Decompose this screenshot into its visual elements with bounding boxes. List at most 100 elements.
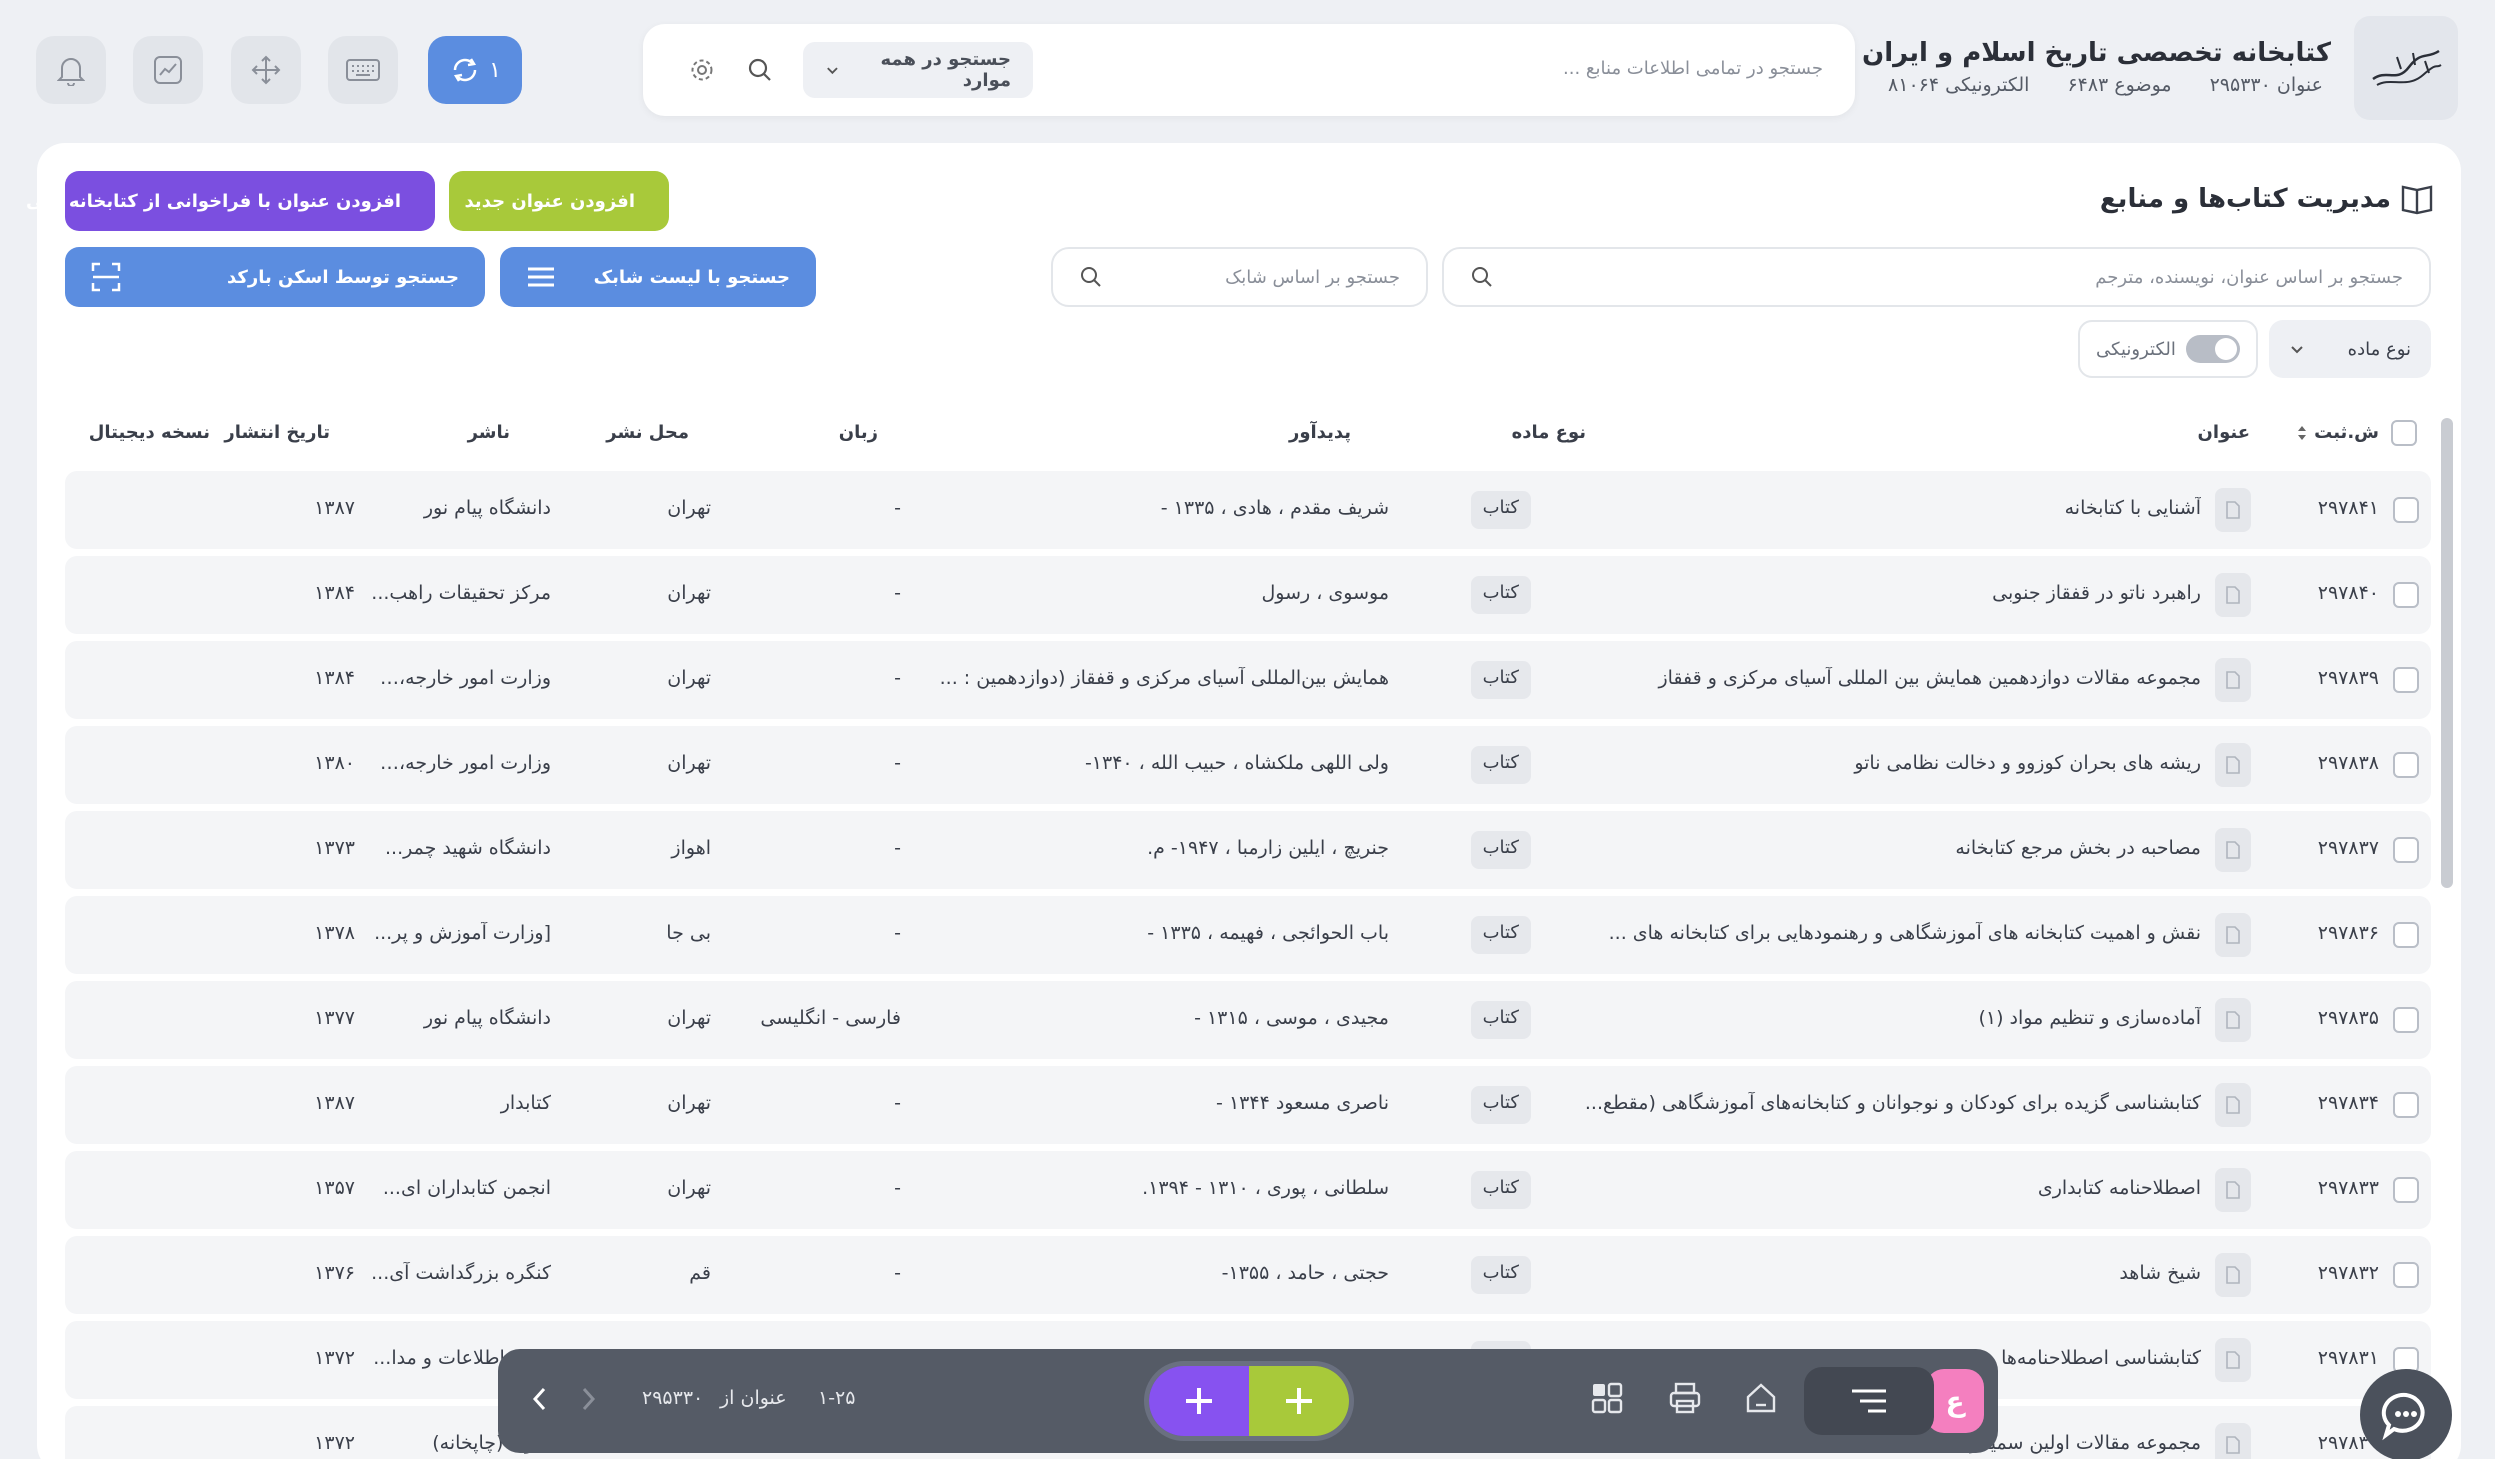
row-type-badge: کتاب: [1470, 1086, 1531, 1124]
table-row[interactable]: ۲۹۷۸۳۷ مصاحبه در بخش مرجع کتابخانه کتاب جنر…: [65, 811, 2431, 889]
row-checkbox[interactable]: [2393, 497, 2419, 523]
quick-add-toggle[interactable]: [1144, 1361, 1354, 1441]
document-icon[interactable]: [2215, 998, 2251, 1042]
table-row[interactable]: ۲۹۷۸۳۸ ریشه های بحران کوزوو و دخالت نظامی…: [65, 726, 2431, 804]
row-place: اهواز: [671, 837, 711, 859]
chat-support-button[interactable]: [2360, 1369, 2452, 1459]
chevron-right-icon: [582, 1387, 596, 1411]
table-row[interactable]: ۲۹۷۸۳۴ کتابشناسی گزیده برای کودکان و نوجو…: [65, 1066, 2431, 1144]
row-title[interactable]: مجموعه مقالات دوازدهمین همایش بین المللی…: [1571, 667, 2201, 689]
material-type-filter-label: نوع ماده: [2347, 338, 2411, 360]
row-title[interactable]: آماده‌سازی و تنظیم مواد (۱): [1571, 1007, 2201, 1029]
title-author-search-input[interactable]: جستجو بر اساس عنوان، نویسنده، مترجم: [1442, 247, 2431, 307]
document-icon[interactable]: [2215, 1338, 2251, 1382]
document-icon[interactable]: [2215, 658, 2251, 702]
document-icon[interactable]: [2215, 828, 2251, 872]
row-title[interactable]: ریشه های بحران کوزوو و دخالت نظامی ناتو: [1571, 752, 2201, 774]
row-publisher: دانشگاه شهید چمر...: [384, 837, 551, 859]
document-icon[interactable]: [2215, 743, 2251, 787]
document-icon[interactable]: [2215, 913, 2251, 957]
list-icon: [528, 267, 554, 287]
row-id: ۲۹۷۸۳۷: [2317, 837, 2379, 859]
add-title-button[interactable]: افزودن عنوان جدید: [449, 171, 669, 231]
row-title[interactable]: راهبرد ناتو در قفقاز جنوبی: [1571, 582, 2201, 604]
row-title[interactable]: نقش و اهمیت کتابخانه های آموزشگاهی و رهن…: [1571, 922, 2201, 944]
row-checkbox[interactable]: [2393, 752, 2419, 778]
table-row[interactable]: ۲۹۷۸۳۹ مجموعه مقالات دوازدهمین همایش بین …: [65, 641, 2431, 719]
isbn-list-search-button[interactable]: جستجو با لیست شابک: [500, 247, 816, 307]
row-place: تهران: [667, 752, 711, 774]
table-row[interactable]: ۲۹۷۸۳۳ اصطلاحنامه کتابداری کتاب سلطانی ، پو…: [65, 1151, 2431, 1229]
row-title[interactable]: مصاحبه در بخش مرجع کتابخانه: [1571, 837, 2201, 859]
row-checkbox[interactable]: [2393, 582, 2419, 608]
table-row[interactable]: ۲۹۷۸۳۵ آماده‌سازی و تنظیم مواد (۱) کتاب مجی…: [65, 981, 2431, 1059]
library-title: کتابخانه تخصصی تاریخ اسلام و ایران: [1862, 38, 2331, 68]
row-type-badge: کتاب: [1470, 831, 1531, 869]
table-row[interactable]: ۲۹۷۸۴۱ آشنایی با کتابخانه کتاب شریف مقدم ، …: [65, 471, 2431, 549]
row-checkbox[interactable]: [2393, 922, 2419, 948]
header-id[interactable]: ش.ثبت: [2296, 422, 2379, 443]
search-scope-dropdown[interactable]: جستجو در همه موارد: [803, 42, 1033, 98]
barcode-search-button[interactable]: جستجو توسط اسکن بارکد: [65, 247, 485, 307]
row-date: ۱۳۷۷: [314, 1007, 355, 1029]
search-icon[interactable]: [743, 53, 777, 87]
global-search-input[interactable]: جستجو در تمامی اطلاعات منابع ...: [1563, 58, 1823, 79]
table-row[interactable]: ۲۹۷۸۳۶ نقش و اهمیت کتابخانه های آموزشگاهی…: [65, 896, 2431, 974]
print-button[interactable]: [1668, 1381, 1702, 1415]
ain-button[interactable]: ع: [1926, 1369, 1984, 1433]
row-id: ۲۹۷۸۳۱: [2317, 1347, 2379, 1369]
row-place: تهران: [667, 1092, 711, 1114]
row-checkbox[interactable]: [2393, 1092, 2419, 1118]
move-arrows-icon: [251, 55, 281, 85]
isbn-search-input[interactable]: جستجو بر اساس شابک: [1051, 247, 1428, 307]
row-title[interactable]: کتابشناسی گزیده برای کودکان و نوجوانان و…: [1571, 1092, 2201, 1114]
document-icon[interactable]: [2215, 1253, 2251, 1297]
row-type-badge: کتاب: [1470, 1171, 1531, 1209]
plus-icon: [1186, 1388, 1212, 1414]
keyboard-button[interactable]: [328, 36, 398, 104]
select-all-checkbox[interactable]: [2391, 420, 2417, 446]
add-green-button[interactable]: [1249, 1366, 1349, 1436]
document-icon[interactable]: [2215, 1423, 2251, 1459]
gear-icon[interactable]: [685, 53, 719, 87]
table-row[interactable]: ۲۹۷۸۳۲ شیخ شاهد کتاب حجتی ، حامد ، ۱۳۵۵- - قم…: [65, 1236, 2431, 1314]
bell-icon: [57, 58, 85, 86]
row-checkbox[interactable]: [2393, 1007, 2419, 1033]
next-page-button[interactable]: [578, 1385, 598, 1413]
add-from-national-library-button[interactable]: افزودن عنوان با فراخوانی از کتابخانه ملی: [26, 171, 435, 231]
prev-page-button[interactable]: [530, 1385, 550, 1413]
menu-button[interactable]: [1804, 1367, 1934, 1435]
page-title: مدیریت کتاب‌ها و منابع: [2099, 184, 2391, 214]
move-button[interactable]: [231, 36, 301, 104]
row-title[interactable]: اصطلاحنامه کتابداری: [1571, 1177, 2201, 1199]
notifications-button[interactable]: [36, 36, 106, 104]
add-purple-button[interactable]: [1149, 1366, 1249, 1436]
sync-button[interactable]: ۱: [428, 36, 522, 104]
row-checkbox[interactable]: [2393, 1177, 2419, 1203]
isbn-list-search-label: جستجو با لیست شابک: [593, 266, 790, 288]
row-checkbox[interactable]: [2393, 1262, 2419, 1288]
stat-electronic: الکترونیکی ۸۱۰۶۴: [1888, 74, 2030, 96]
grid-button[interactable]: [1590, 1381, 1624, 1415]
scrollbar-thumb[interactable]: [2441, 418, 2453, 888]
document-icon[interactable]: [2215, 1168, 2251, 1212]
document-icon[interactable]: [2215, 488, 2251, 532]
row-checkbox[interactable]: [2393, 667, 2419, 693]
row-checkbox[interactable]: [2393, 837, 2419, 863]
table-row[interactable]: ۲۹۷۸۴۰ راهبرد ناتو در قفقاز جنوبی کتاب موسو…: [65, 556, 2431, 634]
header-digital: نسخه دیجیتال: [88, 422, 210, 443]
row-author: مجیدی ، موسی ، ۱۳۱۵ -: [1194, 1007, 1389, 1029]
material-type-filter[interactable]: نوع ماده: [2269, 320, 2431, 378]
row-publisher: کتابدار: [500, 1092, 551, 1114]
global-search-bar[interactable]: جستجو در تمامی اطلاعات منابع ... جستجو د…: [643, 24, 1855, 116]
stats-button[interactable]: [133, 36, 203, 104]
row-title[interactable]: آشنایی با کتابخانه: [1571, 497, 2201, 519]
header-title: عنوان: [2197, 422, 2250, 443]
document-icon[interactable]: [2215, 573, 2251, 617]
home-button[interactable]: [1744, 1381, 1778, 1415]
home-icon: [1746, 1383, 1776, 1413]
electronic-filter[interactable]: الکترونیکی: [2078, 320, 2258, 378]
row-title[interactable]: شیخ شاهد: [1571, 1262, 2201, 1284]
electronic-toggle[interactable]: [2186, 335, 2240, 363]
document-icon[interactable]: [2215, 1083, 2251, 1127]
